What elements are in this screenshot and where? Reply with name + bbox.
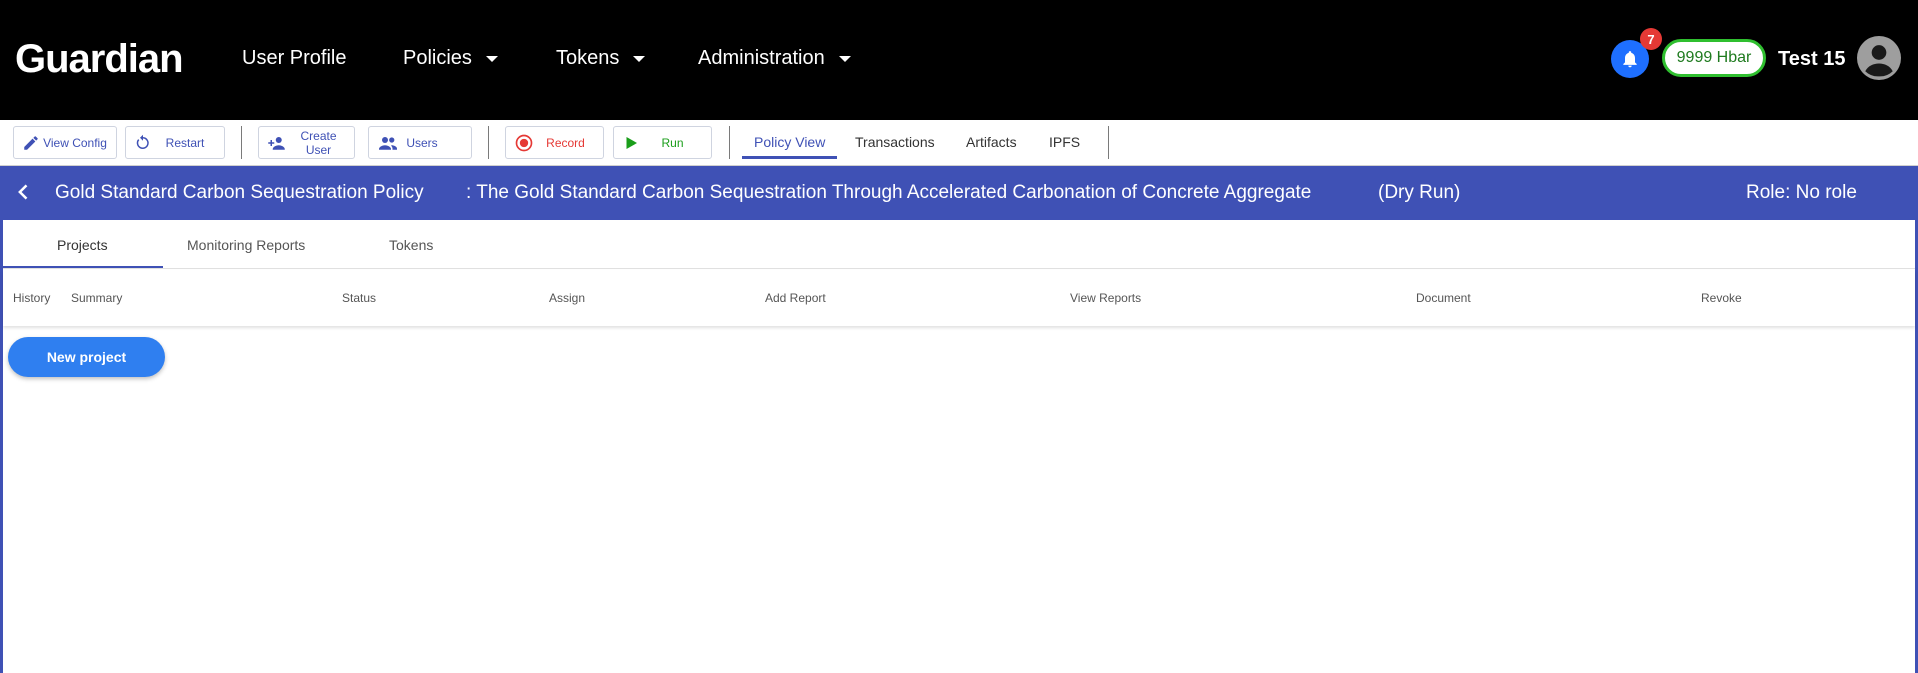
tab-transactions[interactable]: Transactions <box>855 132 935 152</box>
run-label: Run <box>661 135 684 150</box>
app-header: Guardian User Profile Policies Tokens Ad… <box>0 0 1918 120</box>
tab-ipfs[interactable]: IPFS <box>1049 132 1080 152</box>
column-view-reports: View Reports <box>1070 291 1142 305</box>
record-icon <box>515 134 533 151</box>
notification-count-badge: 7 <box>1640 28 1662 50</box>
restart-button[interactable]: Restart <box>125 126 225 159</box>
column-status: Status <box>342 291 377 305</box>
nav-user-profile-label: User Profile <box>242 47 347 69</box>
tab-artifacts[interactable]: Artifacts <box>966 132 1017 152</box>
toolbar-divider <box>1108 126 1109 159</box>
toolbar-divider <box>729 126 730 159</box>
nav-administration[interactable]: Administration <box>698 44 851 72</box>
restart-label: Restart <box>165 135 205 150</box>
column-assign: Assign <box>549 291 586 305</box>
nav-policies[interactable]: Policies <box>403 44 498 72</box>
app-logo[interactable]: Guardian <box>15 35 184 83</box>
person-add-icon <box>268 136 285 150</box>
content-tabs: Projects Monitoring Reports Tokens <box>3 221 1915 269</box>
view-config-button[interactable]: View Config <box>13 126 117 159</box>
create-user-button[interactable]: Create User <box>258 126 355 159</box>
record-label: Record <box>546 135 585 150</box>
policy-name: Gold Standard Carbon Sequestration Polic… <box>55 182 424 203</box>
caret-down-icon <box>633 56 646 62</box>
caret-down-icon <box>838 56 851 62</box>
group-icon <box>379 136 397 150</box>
record-button[interactable]: Record <box>505 126 604 159</box>
user-role: Role: No role <box>1746 182 1857 203</box>
view-config-label: View Config <box>43 135 107 150</box>
nav-tokens[interactable]: Tokens <box>556 44 646 72</box>
active-content-tab-indicator <box>3 266 163 268</box>
column-document: Document <box>1416 291 1471 305</box>
projects-table-header: History Summary Status Assign Add Report… <box>3 270 1915 326</box>
policy-mode: (Dry Run) <box>1378 182 1461 203</box>
column-summary: Summary <box>71 291 123 305</box>
policy-header-bar: Gold Standard Carbon Sequestration Polic… <box>0 166 1918 220</box>
tab-tokens[interactable]: Tokens <box>389 236 433 254</box>
tab-projects[interactable]: Projects <box>57 236 108 254</box>
run-button[interactable]: Run <box>613 126 712 159</box>
chevron-left-icon[interactable] <box>14 182 34 202</box>
users-label: Users <box>406 135 438 150</box>
caret-down-icon <box>485 56 498 62</box>
account-circle-icon[interactable] <box>1857 36 1901 80</box>
bell-icon <box>1623 51 1637 68</box>
new-project-button[interactable]: New project <box>8 337 165 377</box>
username: Test 15 <box>1778 48 1846 70</box>
tab-policy-view[interactable]: Policy View <box>754 132 825 152</box>
policy-toolbar: View Config Restart Create User Users Re… <box>0 120 1918 278</box>
nav-administration-label: Administration <box>698 47 825 69</box>
column-history: History <box>13 291 51 305</box>
active-tab-indicator <box>742 156 837 159</box>
policy-description: : The Gold Standard Carbon Sequestration… <box>466 182 1312 203</box>
play-icon <box>626 136 637 149</box>
toolbar-divider <box>488 126 489 159</box>
column-revoke: Revoke <box>1701 291 1742 305</box>
nav-tokens-label: Tokens <box>556 47 620 69</box>
create-user-label: Create User <box>300 128 337 157</box>
nav-user-profile[interactable]: User Profile <box>242 44 346 72</box>
users-dropdown-button[interactable]: Users <box>368 126 472 159</box>
column-add-report: Add Report <box>765 291 826 305</box>
nav-policies-label: Policies <box>403 47 472 69</box>
balance-badge: 9999 Hbar <box>1662 39 1766 77</box>
restart-icon <box>136 134 149 149</box>
pencil-icon <box>24 135 38 150</box>
toolbar-divider <box>241 126 242 159</box>
tab-monitoring-reports[interactable]: Monitoring Reports <box>187 236 305 254</box>
